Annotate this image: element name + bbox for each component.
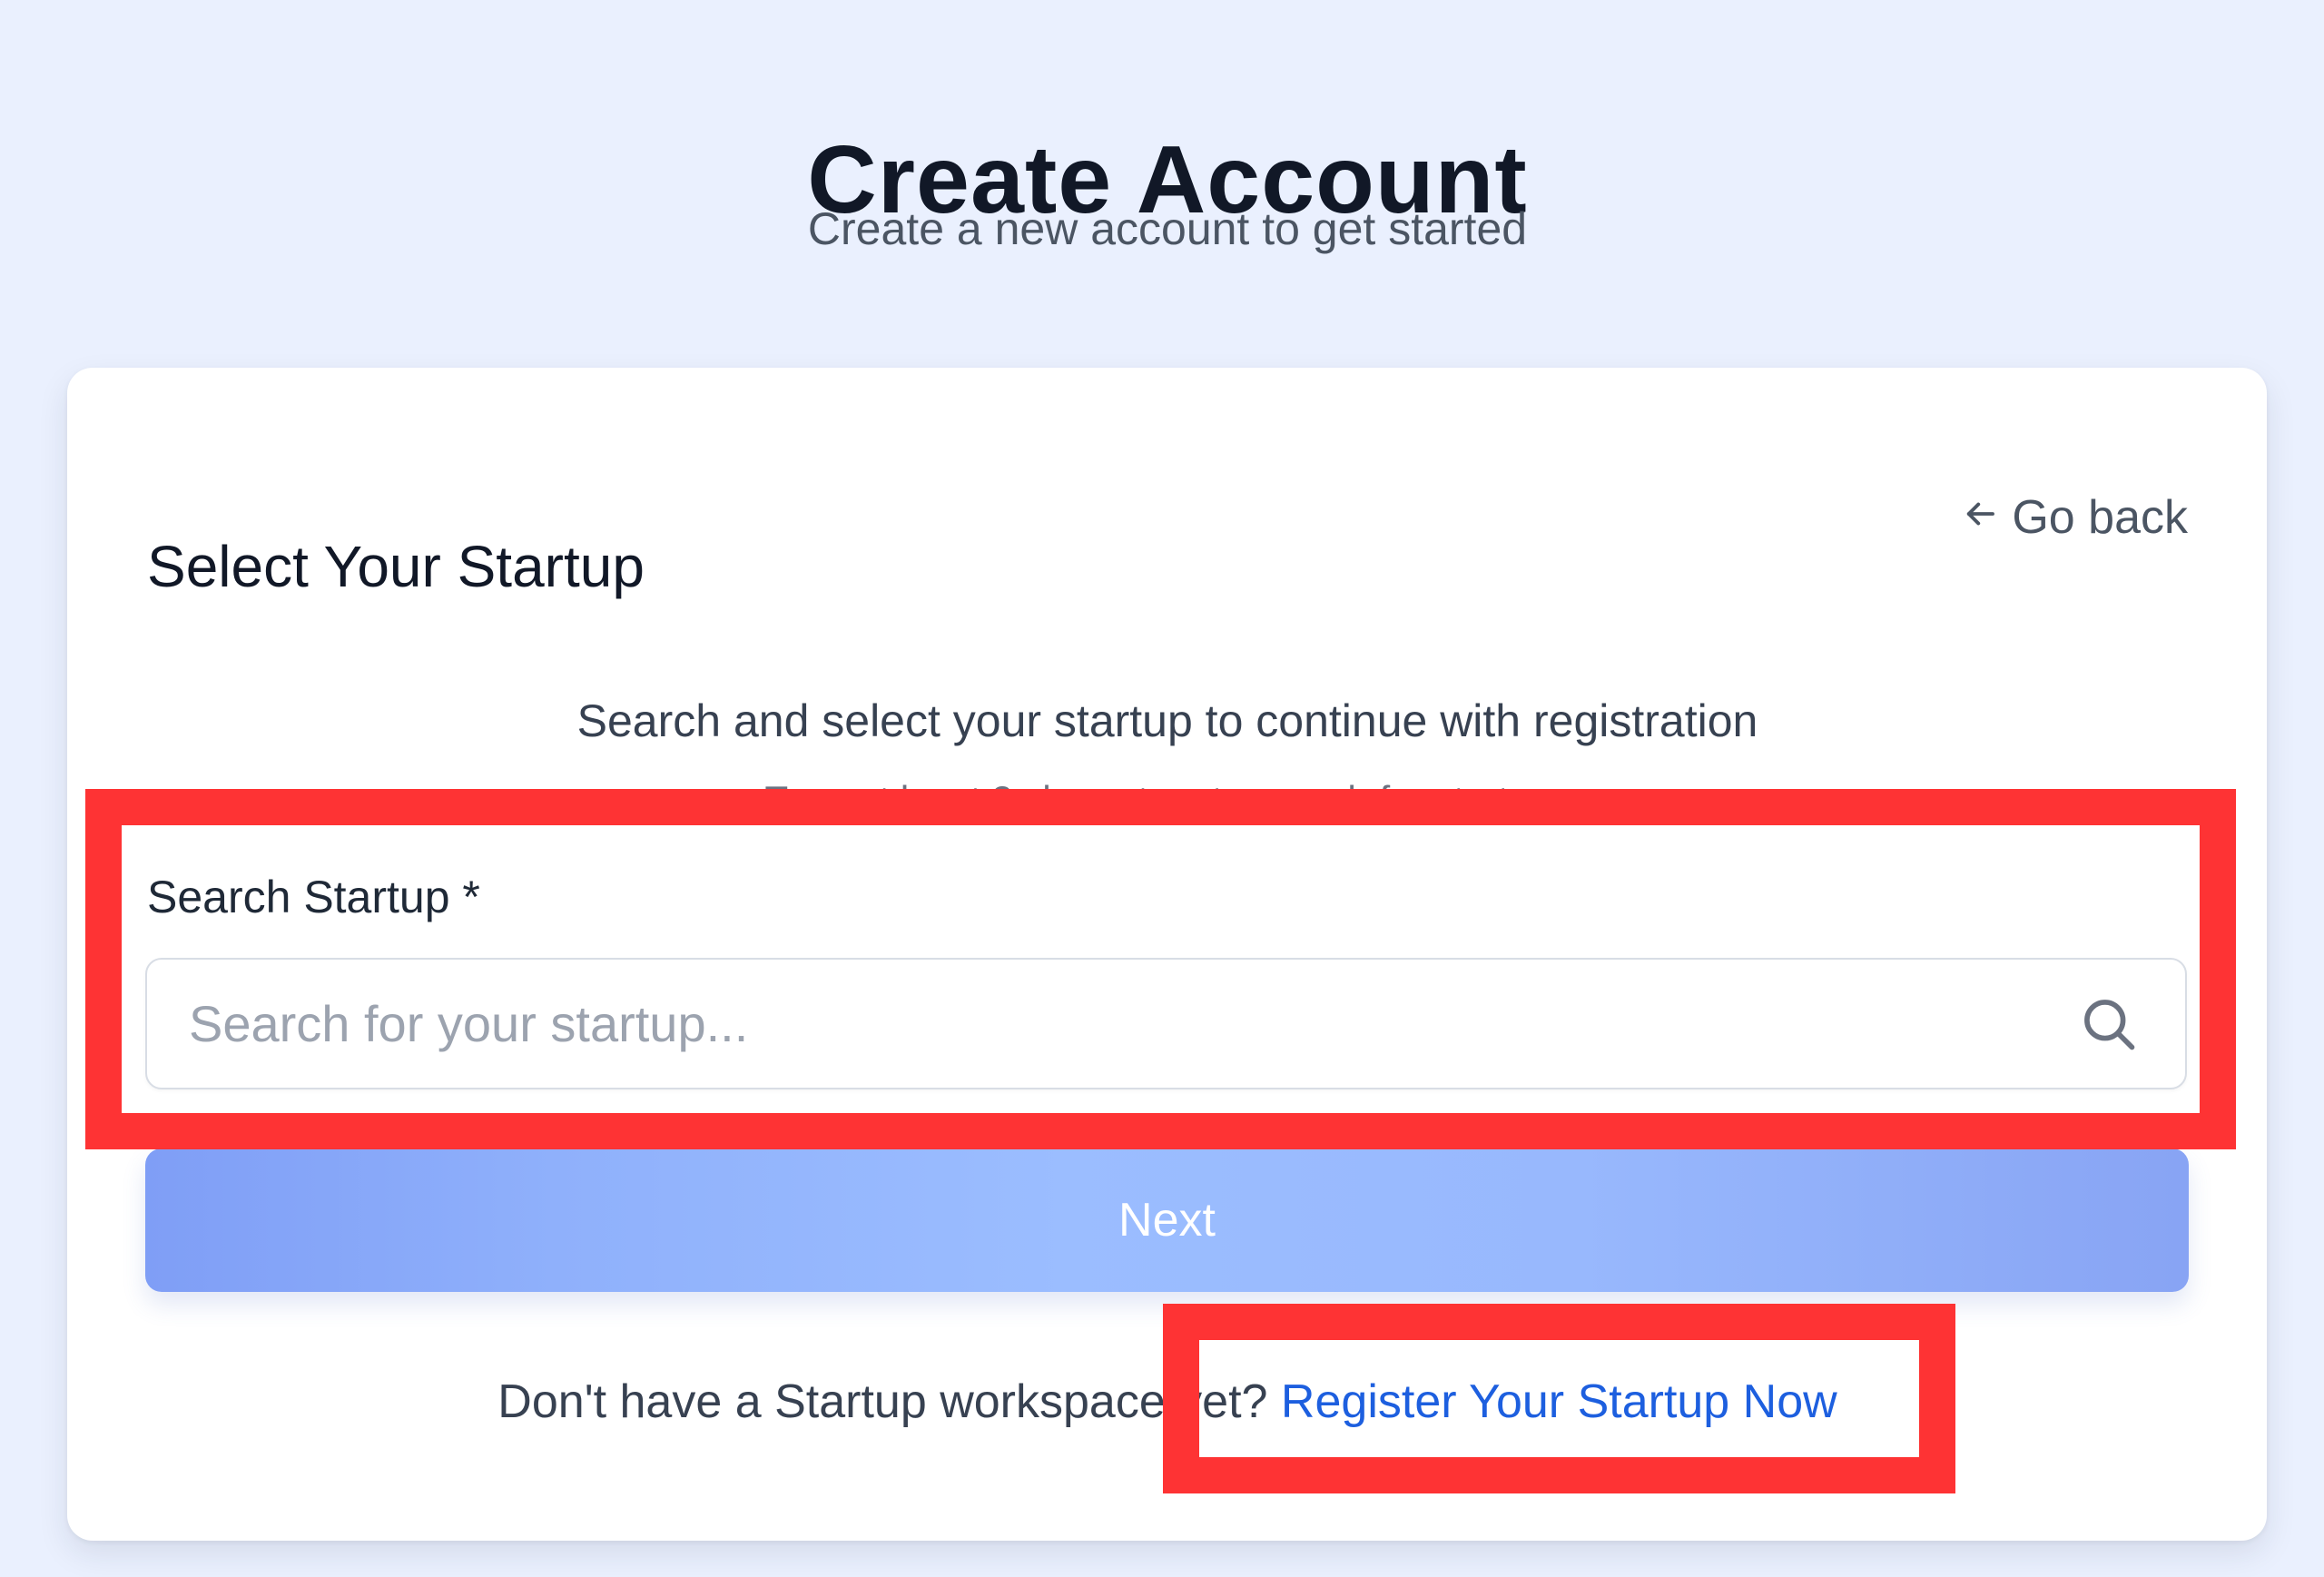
instructions-text: Search and select your startup to contin… [576, 695, 1758, 746]
next-button[interactable]: Next [145, 1148, 2189, 1292]
search-field[interactable] [145, 958, 2187, 1089]
register-prompt-text: Don't have a Startup workspace yet? [497, 1375, 1281, 1428]
arrow-left-icon [1961, 490, 1999, 545]
search-input[interactable] [147, 960, 2078, 1088]
search-icon[interactable] [2078, 993, 2140, 1055]
go-back-label: Go back [2012, 491, 2188, 544]
register-prompt: Don't have a Startup workspace yet? Regi… [0, 1372, 2324, 1432]
register-startup-link[interactable]: Register Your Startup Now [1281, 1375, 1837, 1428]
card-title: Select Your Startup [147, 534, 645, 600]
search-startup-label: Search Startup * [147, 872, 480, 922]
page-subtitle: Create a new account to get started [807, 203, 1528, 254]
go-back-link[interactable]: Go back [1961, 488, 2188, 547]
hint-text: Type at least 2 characters to search for… [764, 778, 1571, 821]
